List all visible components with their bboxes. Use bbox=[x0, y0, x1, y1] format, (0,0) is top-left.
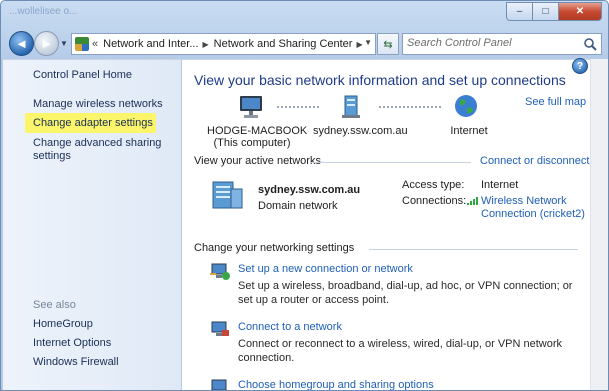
refresh-button[interactable]: ⇆ bbox=[377, 33, 399, 55]
computer-name: HODGE-MACBOOK bbox=[207, 125, 308, 137]
connect-or-disconnect-link[interactable]: Connect or disconnect bbox=[480, 155, 589, 167]
wireless-signal-icon bbox=[467, 197, 478, 205]
address-dropdown-icon[interactable]: ▼ bbox=[364, 38, 372, 47]
see-full-map-link[interactable]: See full map bbox=[525, 96, 586, 108]
active-network-type: Domain network bbox=[258, 200, 338, 212]
sidebar-item-manage-wireless[interactable]: Manage wireless networks bbox=[33, 98, 163, 110]
new-connection-icon bbox=[210, 263, 230, 280]
search-icon[interactable] bbox=[583, 37, 597, 51]
section-divider bbox=[311, 162, 471, 163]
computer-icon bbox=[240, 96, 262, 118]
sidebar-item-windows-firewall[interactable]: Windows Firewall bbox=[33, 356, 119, 368]
caption-buttons: ‒ □ ✕ bbox=[506, 2, 602, 21]
sidebar-item-internet-options[interactable]: Internet Options bbox=[33, 337, 111, 349]
page-title: View your basic network information and … bbox=[194, 72, 566, 88]
active-networks-heading: View your active networks bbox=[194, 155, 321, 167]
breadcrumb-separator-icon[interactable]: ▶ bbox=[356, 40, 362, 49]
map-link-line bbox=[379, 106, 441, 108]
sidebar-item-homegroup[interactable]: HomeGroup bbox=[33, 318, 93, 330]
computer-subtitle: (This computer) bbox=[213, 137, 291, 149]
map-node-domain: sydney.ssw.com.au bbox=[313, 125, 408, 137]
wireless-connection-line1: Wireless Network bbox=[481, 195, 567, 207]
breadcrumb-sharing-center[interactable]: Network and Sharing Center bbox=[214, 38, 353, 50]
access-type-label: Access type: bbox=[402, 179, 465, 191]
explorer-window: ...wollelisee o... ‒ □ ✕ ◄ ► ▼ « Network… bbox=[0, 0, 609, 391]
wireless-connection-link[interactable]: Wireless Network Connection (cricket2) bbox=[481, 195, 585, 221]
sidebar-item-control-panel-home[interactable]: Control Panel Home bbox=[33, 69, 132, 81]
arrow-right-icon: ► bbox=[40, 36, 53, 51]
recent-pages-dropdown[interactable]: ▼ bbox=[60, 39, 68, 48]
search-box[interactable] bbox=[402, 33, 602, 55]
close-button[interactable]: ✕ bbox=[558, 2, 602, 21]
address-overflow-chevron[interactable]: « bbox=[92, 38, 98, 50]
homegroup-icon bbox=[211, 379, 227, 390]
task-connect-network-link[interactable]: Connect to a network bbox=[238, 321, 342, 333]
connections-label: Connections: bbox=[402, 195, 467, 207]
settings-heading: Change your networking settings bbox=[194, 242, 355, 254]
connect-network-icon bbox=[211, 321, 229, 336]
task-setup-connection-desc: Set up a wireless, broadband, dial-up, a… bbox=[238, 280, 573, 306]
active-network-name: sydney.ssw.com.au bbox=[258, 184, 361, 196]
breadcrumb-separator-icon[interactable]: ▶ bbox=[203, 40, 209, 49]
domain-network-icon bbox=[212, 181, 243, 209]
navigation-toolbar: ◄ ► ▼ « Network and Inter... ▶ Network a… bbox=[1, 27, 608, 59]
refresh-icon: ⇆ bbox=[383, 38, 393, 51]
task-connect-network-desc: Connect or reconnect to a wireless, wire… bbox=[238, 338, 563, 364]
vertical-scrollbar[interactable] bbox=[590, 59, 608, 390]
help-icon: ? bbox=[576, 60, 584, 72]
title-bar: ...wollelisee o... ‒ □ ✕ bbox=[1, 1, 608, 27]
maximize-button[interactable]: □ bbox=[532, 2, 559, 21]
window-title: ...wollelisee o... bbox=[9, 6, 78, 17]
address-bar[interactable]: « Network and Inter... ▶ Network and Sha… bbox=[71, 33, 376, 55]
minimize-button[interactable]: ‒ bbox=[506, 2, 533, 21]
network-icon bbox=[342, 95, 360, 118]
forward-button[interactable]: ► bbox=[34, 31, 59, 56]
map-node-this-computer: HODGE-MACBOOK (This computer) bbox=[207, 125, 308, 149]
access-type-value: Internet bbox=[481, 179, 519, 191]
back-button[interactable]: ◄ bbox=[9, 31, 34, 56]
wireless-connection-line2: Connection (cricket2) bbox=[481, 208, 585, 220]
task-homegroup-link[interactable]: Choose homegroup and sharing options bbox=[238, 379, 434, 390]
sidebar-item-advanced-sharing[interactable]: Change advanced sharing settings bbox=[33, 137, 173, 163]
sidebar: Control Panel Home Manage wireless netwo… bbox=[3, 59, 181, 390]
help-button[interactable]: ? bbox=[572, 58, 588, 74]
breadcrumb-network-internet[interactable]: Network and Inter... bbox=[103, 38, 198, 50]
see-also-heading: See also bbox=[33, 299, 76, 311]
arrow-left-icon: ◄ bbox=[15, 36, 28, 51]
map-node-internet: Internet bbox=[450, 125, 488, 137]
control-panel-icon bbox=[75, 37, 89, 51]
section-divider bbox=[369, 249, 578, 250]
task-setup-connection-link[interactable]: Set up a new connection or network bbox=[238, 263, 413, 275]
globe-icon bbox=[455, 95, 477, 117]
search-input[interactable] bbox=[407, 37, 577, 49]
sidebar-item-change-adapter-settings[interactable]: Change adapter settings bbox=[33, 117, 153, 129]
map-link-line bbox=[277, 106, 319, 108]
